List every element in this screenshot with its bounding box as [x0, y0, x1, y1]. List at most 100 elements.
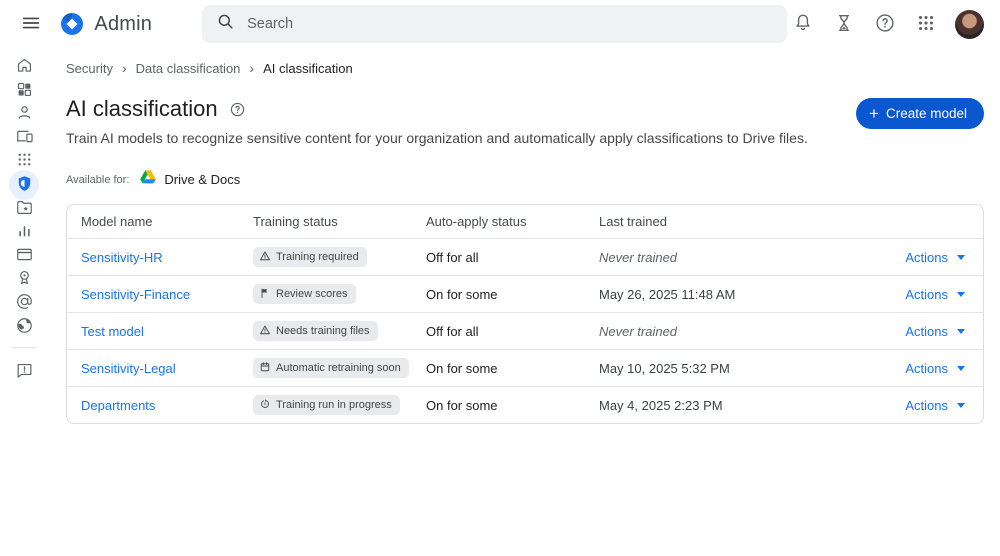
left-nav-rail — [0, 48, 48, 424]
chevron-right-icon: › — [249, 60, 254, 76]
folder-star-icon — [15, 198, 34, 220]
devices-icon — [15, 127, 34, 149]
status-badge: Training run in progress — [253, 395, 400, 415]
breadcrumb: Security › Data classification › AI clas… — [66, 60, 984, 76]
flag-icon — [259, 287, 271, 302]
chevron-right-icon: › — [122, 60, 127, 76]
table-row: Sensitivity-Legal Automatic retraining s… — [67, 349, 983, 386]
model-name-link[interactable]: Sensitivity-Legal — [81, 361, 176, 376]
hourglass-icon — [833, 12, 855, 37]
dashboard-icon — [15, 80, 34, 102]
model-name-link[interactable]: Sensitivity-HR — [81, 250, 163, 265]
hamburger-menu-icon — [20, 12, 42, 37]
actions-label: Actions — [905, 250, 948, 265]
drive-docs-chip: Drive & Docs — [140, 169, 240, 190]
search-input[interactable] — [247, 16, 767, 32]
help-button[interactable] — [869, 8, 901, 40]
auto-apply-value: Off for all — [426, 250, 599, 265]
column-last-trained: Last trained — [599, 214, 849, 229]
badge-ribbon-icon — [15, 268, 34, 290]
status-badge: Needs training files — [253, 321, 378, 341]
available-for-label: Available for: — [66, 174, 129, 186]
actions-button[interactable]: Actions — [905, 250, 965, 265]
warning-icon — [259, 250, 271, 265]
bell-icon — [792, 12, 814, 37]
model-name-link[interactable]: Departments — [81, 398, 155, 413]
column-auto-apply-status: Auto-apply status — [426, 214, 599, 229]
status-label: Needs training files — [276, 325, 370, 337]
create-model-button[interactable]: + Create model — [856, 98, 984, 129]
column-model-name: Model name — [67, 214, 253, 229]
actions-button[interactable]: Actions — [905, 287, 965, 302]
last-trained-value: Never trained — [599, 250, 849, 265]
feedback-icon — [15, 361, 34, 383]
page-title: AI classification — [66, 96, 218, 122]
actions-label: Actions — [905, 361, 948, 376]
page-head-text: AI classification Train AI models to rec… — [66, 96, 808, 146]
google-drive-icon — [140, 169, 156, 190]
sidebar-divider — [12, 347, 36, 348]
menu-button[interactable] — [16, 8, 46, 40]
status-badge: Automatic retraining soon — [253, 358, 409, 378]
page-help-button[interactable] — [227, 98, 249, 120]
breadcrumb-security[interactable]: Security — [66, 61, 113, 76]
sidebar-item-feedback[interactable] — [6, 358, 42, 386]
tasks-button[interactable] — [828, 8, 860, 40]
credit-card-icon — [15, 245, 34, 267]
status-badge: Review scores — [253, 284, 356, 304]
sidebar-item-domains[interactable] — [6, 313, 42, 341]
auto-apply-value: On for some — [426, 398, 599, 413]
calendar-icon — [259, 361, 271, 376]
auto-apply-value: Off for all — [426, 324, 599, 339]
progress-icon — [259, 398, 271, 413]
breadcrumb-current: AI classification — [263, 61, 353, 76]
available-for-row: Available for: Drive & Docs — [66, 169, 984, 190]
model-name-link[interactable]: Test model — [81, 324, 144, 339]
security-shield-icon — [15, 174, 34, 196]
top-app-bar: Admin — [0, 0, 1000, 48]
last-trained-value: May 10, 2025 5:32 PM — [599, 361, 849, 376]
status-label: Automatic retraining soon — [276, 362, 401, 374]
home-icon — [15, 56, 34, 78]
bar-chart-icon — [15, 221, 34, 243]
notifications-button[interactable] — [787, 8, 819, 40]
dropdown-caret-icon — [957, 255, 965, 260]
status-label: Training run in progress — [276, 399, 392, 411]
apps-grid-icon — [915, 12, 937, 37]
breadcrumb-data-classification[interactable]: Data classification — [136, 61, 241, 76]
header-actions — [787, 8, 984, 40]
model-name-link[interactable]: Sensitivity-Finance — [81, 287, 190, 302]
dropdown-caret-icon — [957, 403, 965, 408]
page-description: Train AI models to recognize sensitive c… — [66, 130, 808, 146]
auto-apply-value: On for some — [426, 361, 599, 376]
user-avatar[interactable] — [955, 10, 984, 39]
actions-button[interactable]: Actions — [905, 398, 965, 413]
status-badge: Training required — [253, 247, 367, 267]
actions-label: Actions — [905, 324, 948, 339]
last-trained-value: Never trained — [599, 324, 849, 339]
at-sign-icon — [15, 292, 34, 314]
dropdown-caret-icon — [957, 329, 965, 334]
apps-launcher-button[interactable] — [910, 8, 942, 40]
last-trained-value: May 26, 2025 11:48 AM — [599, 287, 849, 302]
help-circle-icon — [874, 12, 896, 37]
column-training-status: Training status — [253, 214, 426, 229]
globe-icon — [15, 316, 34, 338]
status-label: Review scores — [276, 288, 348, 300]
last-trained-value: May 4, 2025 2:23 PM — [599, 398, 849, 413]
main-content: Security › Data classification › AI clas… — [48, 48, 1000, 424]
search-icon — [216, 12, 235, 36]
google-admin-logo-icon — [60, 12, 84, 36]
actions-button[interactable]: Actions — [905, 324, 965, 339]
search-bar[interactable] — [202, 5, 787, 43]
create-model-label: Create model — [886, 106, 967, 121]
table-header-row: Model name Training status Auto-apply st… — [67, 205, 983, 238]
plus-icon: + — [869, 105, 879, 122]
actions-label: Actions — [905, 287, 948, 302]
status-label: Training required — [276, 251, 359, 263]
warning-icon — [259, 324, 271, 339]
app-title: Admin — [94, 13, 152, 36]
actions-button[interactable]: Actions — [905, 361, 965, 376]
dropdown-caret-icon — [957, 366, 965, 371]
table-row: Test model Needs training files Off for … — [67, 312, 983, 349]
